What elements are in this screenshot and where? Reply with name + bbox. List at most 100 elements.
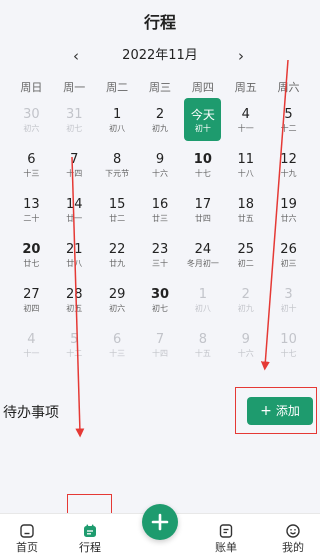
calendar-grid: 30 初六 31 初七 1 初八 2 初九 今天 初十 4 十一 5 十二 6 十三 7 十四 8 下元节 9 十六 10 十… <box>10 97 310 367</box>
calendar-day[interactable]: 22 廿九 <box>96 232 139 277</box>
calendar-day[interactable]: 4 十一 <box>224 97 267 142</box>
next-month-button[interactable]: › <box>229 46 253 66</box>
weekday-label: 周二 <box>106 81 129 94</box>
day-number: 10 <box>280 332 297 347</box>
bill-icon <box>219 524 233 538</box>
lunar-date: 廿二 <box>109 214 126 223</box>
lunar-date: 初七 <box>151 304 168 313</box>
prev-month-button[interactable]: ‹ <box>64 46 88 66</box>
calendar-day[interactable]: 12 十九 <box>267 142 310 187</box>
day-number: 20 <box>22 242 41 257</box>
calendar-day[interactable]: 3 初十 <box>267 277 310 322</box>
calendar-day[interactable]: 9 十六 <box>224 322 267 367</box>
calendar-day[interactable]: 8 十五 <box>181 322 224 367</box>
calendar-day[interactable]: 18 廿五 <box>224 187 267 232</box>
calendar-day[interactable]: 25 初二 <box>224 232 267 277</box>
lunar-date: 二十 <box>23 214 40 223</box>
tab-home[interactable]: 首页 <box>0 514 54 560</box>
calendar-day[interactable]: 23 三十 <box>139 232 182 277</box>
calendar-day[interactable]: 19 廿六 <box>267 187 310 232</box>
add-fab-button[interactable] <box>142 504 178 540</box>
calendar-day[interactable]: 6 十三 <box>10 142 53 187</box>
lunar-date: 初八 <box>194 304 211 313</box>
day-number: 9 <box>241 332 250 347</box>
tab-bills[interactable]: 账单 <box>199 514 253 560</box>
calendar-icon <box>84 524 96 537</box>
calendar-day[interactable]: 20 廿七 <box>10 232 53 277</box>
lunar-date: 十一 <box>237 124 254 133</box>
calendar-day[interactable]: 28 初五 <box>53 277 96 322</box>
lunar-date: 十八 <box>237 169 254 178</box>
day-number: 6 <box>112 332 122 347</box>
day-number: 30 <box>23 107 40 122</box>
page-title: 行程 <box>143 13 176 32</box>
lunar-date: 初四 <box>23 304 40 313</box>
calendar-day[interactable]: 14 廿一 <box>53 187 96 232</box>
calendar-day[interactable]: 30 初六 <box>10 97 53 142</box>
tab-label: 账单 <box>215 541 237 554</box>
day-number: 4 <box>27 332 36 347</box>
month-nav: ‹ 2022年11月 › <box>0 46 320 66</box>
calendar-day[interactable]: 15 廿二 <box>96 187 139 232</box>
smiley-icon <box>286 524 300 538</box>
tab-me[interactable]: 我的 <box>266 514 320 560</box>
lunar-date: 廿七 <box>23 259 40 268</box>
month-label: 2022年11月 <box>122 48 198 63</box>
calendar-day[interactable]: 21 廿八 <box>53 232 96 277</box>
calendar-day[interactable]: 5 十二 <box>53 322 96 367</box>
calendar-day[interactable]: 31 初七 <box>53 97 96 142</box>
calendar-day[interactable]: 5 十二 <box>267 97 310 142</box>
day-number: 9 <box>155 152 165 167</box>
calendar-day[interactable]: 6 十三 <box>96 322 139 367</box>
calendar-day[interactable]: 7 十四 <box>53 142 96 187</box>
add-todo-button[interactable]: + 添加 <box>247 397 313 425</box>
tab-schedule[interactable]: 行程 <box>63 514 117 560</box>
calendar-day[interactable]: 27 初四 <box>10 277 53 322</box>
weekday-label: 周三 <box>148 81 171 94</box>
day-number: 18 <box>237 197 254 212</box>
lunar-date: 十七 <box>194 169 211 178</box>
lunar-date: 十三 <box>23 169 40 178</box>
calendar-day[interactable]: 7 十四 <box>139 322 182 367</box>
day-number: 31 <box>66 107 83 122</box>
lunar-date: 初二 <box>237 259 254 268</box>
day-number: 13 <box>23 197 40 212</box>
lunar-date: 廿八 <box>66 259 83 268</box>
lunar-date: 初十 <box>194 124 211 133</box>
day-number: 7 <box>155 332 165 347</box>
calendar-day[interactable]: 8 下元节 <box>96 142 139 187</box>
calendar-day[interactable]: 1 初八 <box>96 97 139 142</box>
calendar-day[interactable]: 24 冬月初一 <box>181 232 224 277</box>
lunar-date: 初六 <box>23 124 40 133</box>
calendar-day[interactable]: 16 廿三 <box>139 187 182 232</box>
day-number: 今天 <box>190 108 215 122</box>
calendar-day[interactable]: 4 十一 <box>10 322 53 367</box>
calendar-day[interactable]: 30 初七 <box>139 277 182 322</box>
day-number: 8 <box>198 332 207 347</box>
lunar-date: 十五 <box>194 349 211 358</box>
weekday-label: 周一 <box>63 81 86 94</box>
calendar-day[interactable]: 2 初九 <box>139 97 182 142</box>
lunar-date: 十二 <box>66 349 83 358</box>
calendar-day[interactable]: 17 廿四 <box>181 187 224 232</box>
calendar-day[interactable]: 9 十六 <box>139 142 182 187</box>
day-number: 2 <box>155 107 165 122</box>
lunar-date: 三十 <box>151 259 168 268</box>
calendar-day[interactable]: 1 初八 <box>181 277 224 322</box>
calendar-day[interactable]: 10 十七 <box>181 142 224 187</box>
calendar-day[interactable]: 10 十七 <box>267 322 310 367</box>
calendar-day[interactable]: 13 二十 <box>10 187 53 232</box>
calendar-day-today[interactable]: 今天 初十 <box>181 97 224 142</box>
calendar-day[interactable]: 29 初六 <box>96 277 139 322</box>
calendar-day[interactable]: 11 十八 <box>224 142 267 187</box>
day-number: 14 <box>66 197 83 212</box>
day-number: 5 <box>70 332 79 347</box>
lunar-date: 十六 <box>237 349 254 358</box>
calendar-day[interactable]: 26 初三 <box>267 232 310 277</box>
lunar-date: 十六 <box>151 169 168 178</box>
todo-section-title: 待办事项 <box>3 405 59 421</box>
lunar-date: 初六 <box>109 304 126 313</box>
lunar-date: 初八 <box>109 124 126 133</box>
calendar-day[interactable]: 2 初九 <box>224 277 267 322</box>
lunar-date: 初九 <box>237 304 254 313</box>
